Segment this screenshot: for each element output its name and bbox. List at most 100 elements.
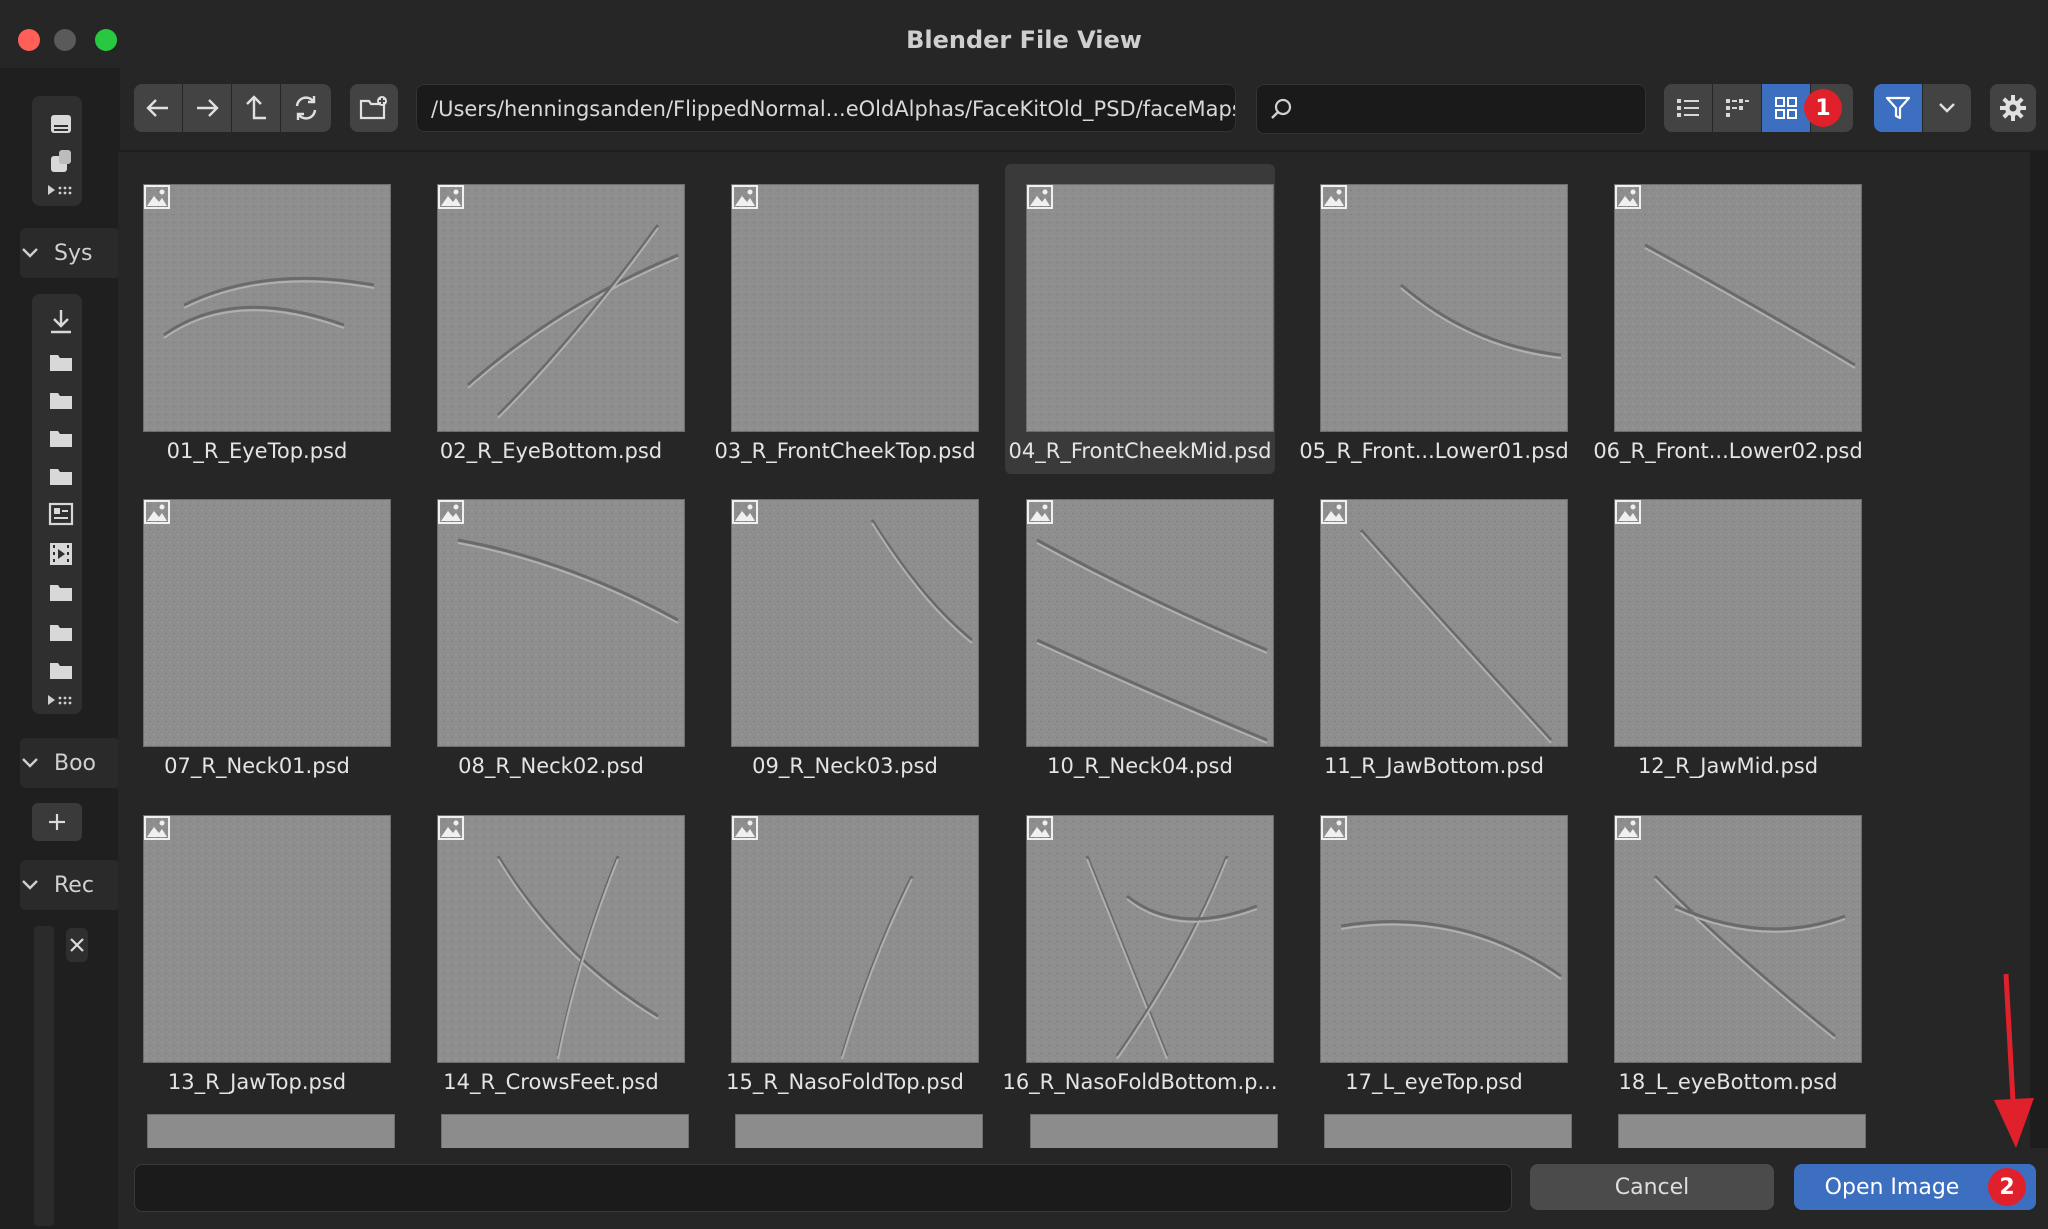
display-vertical-list-button[interactable] xyxy=(1664,84,1712,132)
file-tile-partial[interactable] xyxy=(735,1114,983,1148)
file-tile[interactable]: 13_R_JawTop.psd xyxy=(122,795,392,1105)
search-field[interactable] xyxy=(1256,84,1646,134)
sidebar-section-system[interactable]: Sys xyxy=(20,233,120,273)
image-file-icon xyxy=(1027,500,1053,524)
folder-icon[interactable] xyxy=(46,386,76,414)
sidebar-section-label: Rec xyxy=(54,872,94,898)
cancel-button[interactable]: Cancel xyxy=(1530,1164,1774,1210)
image-file-icon xyxy=(144,500,170,524)
file-thumbnail xyxy=(437,499,685,747)
add-bookmark-button[interactable] xyxy=(32,803,82,841)
search-icon xyxy=(1271,98,1292,119)
file-tile-partial[interactable] xyxy=(441,1114,689,1148)
expand-list-icon[interactable] xyxy=(46,690,76,710)
file-name: 12_R_JawMid.psd xyxy=(1637,754,1819,778)
image-file-icon xyxy=(438,185,464,209)
file-tile[interactable]: 05_R_Front...Lower01.psd xyxy=(1299,164,1569,474)
chevron-down-icon xyxy=(20,241,42,266)
file-thumbnail xyxy=(143,184,391,432)
image-folder-icon[interactable] xyxy=(46,500,76,528)
file-tile-partial[interactable] xyxy=(1030,1114,1278,1148)
image-file-icon xyxy=(1615,816,1641,840)
file-tile[interactable]: 06_R_Front...Lower02.psd xyxy=(1593,164,1863,474)
image-file-icon xyxy=(438,500,464,524)
image-file-icon xyxy=(1615,500,1641,524)
movie-folder-icon[interactable] xyxy=(46,540,76,568)
file-thumbnail xyxy=(1320,499,1568,747)
annotation-badge-2: 2 xyxy=(1988,1168,2026,1206)
image-file-icon xyxy=(1615,185,1641,209)
file-tile[interactable]: 02_R_EyeBottom.psd xyxy=(416,164,686,474)
file-thumbnail xyxy=(143,815,391,1063)
forward-button[interactable] xyxy=(183,84,231,132)
image-file-icon xyxy=(144,816,170,840)
folder-icon[interactable] xyxy=(46,618,76,646)
download-folder-icon[interactable] xyxy=(46,308,76,336)
image-file-icon xyxy=(144,185,170,209)
plus-icon xyxy=(49,814,65,830)
file-tile[interactable]: 07_R_Neck01.psd xyxy=(122,479,392,789)
chevron-down-icon xyxy=(20,873,42,898)
file-tile-partial[interactable] xyxy=(147,1114,395,1148)
file-thumbnail xyxy=(143,499,391,747)
file-tile-partial[interactable] xyxy=(1324,1114,1572,1148)
file-name: 18_L_eyeBottom.psd xyxy=(1618,1070,1838,1094)
file-name: 04_R_FrontCheekMid.psd xyxy=(1008,439,1272,463)
sidebar-section-recent[interactable]: Rec xyxy=(20,865,120,905)
recent-list[interactable] xyxy=(34,926,54,1226)
file-tile[interactable]: 04_R_FrontCheekMid.psd xyxy=(1005,164,1275,474)
arrow-right-icon xyxy=(197,99,219,117)
image-file-icon xyxy=(1321,816,1347,840)
file-tile[interactable]: 11_R_JawBottom.psd xyxy=(1299,479,1569,789)
file-tile[interactable]: 17_L_eyeTop.psd xyxy=(1299,795,1569,1105)
new-folder-button[interactable] xyxy=(350,84,398,132)
vertical-list-icon xyxy=(1677,99,1699,117)
file-tile[interactable]: 16_R_NasoFoldBottom.p... xyxy=(1002,795,1278,1105)
file-tile-partial[interactable] xyxy=(1618,1114,1866,1148)
display-thumbnails-button[interactable] xyxy=(1762,84,1810,132)
file-name: 05_R_Front...Lower01.psd xyxy=(1299,439,1569,463)
filter-options-dropdown[interactable] xyxy=(1923,84,1971,132)
file-tile[interactable]: 10_R_Neck04.psd xyxy=(1005,479,1275,789)
file-name: 02_R_EyeBottom.psd xyxy=(439,439,663,463)
file-name: 15_R_NasoFoldTop.psd xyxy=(726,1070,964,1094)
gear-icon xyxy=(2000,95,2026,121)
settings-button[interactable] xyxy=(1990,84,2036,132)
file-tile[interactable]: 12_R_JawMid.psd xyxy=(1593,479,1863,789)
file-name: 07_R_Neck01.psd xyxy=(164,754,350,778)
filename-input[interactable] xyxy=(134,1164,1512,1212)
sidebar-section-bookmarks[interactable]: Boo xyxy=(20,743,120,783)
directory-path-field[interactable]: /Users/henningsanden/FlippedNormal...eOl… xyxy=(416,84,1236,132)
folder-icon[interactable] xyxy=(46,656,76,684)
file-tile[interactable]: 03_R_FrontCheekTop.psd xyxy=(710,164,980,474)
file-name: 06_R_Front...Lower02.psd xyxy=(1593,439,1863,463)
drive-icon[interactable] xyxy=(46,110,76,138)
arrow-up-icon xyxy=(246,95,266,120)
refresh-button[interactable] xyxy=(281,84,331,132)
image-file-icon xyxy=(1027,185,1053,209)
folder-icon[interactable] xyxy=(46,462,76,490)
external-drive-icon[interactable] xyxy=(46,148,76,176)
file-tile[interactable]: 09_R_Neck03.psd xyxy=(710,479,980,789)
file-thumbnail-grid[interactable]: 01_R_EyeTop.psd 02_R_EyeBottom.psd 03_R_Fr… xyxy=(118,152,2030,1148)
display-horizontal-list-button[interactable] xyxy=(1713,84,1761,132)
folder-icon[interactable] xyxy=(46,348,76,376)
image-file-icon xyxy=(732,816,758,840)
file-tile[interactable]: 18_L_eyeBottom.psd xyxy=(1593,795,1863,1105)
back-button[interactable] xyxy=(134,84,182,132)
parent-directory-button[interactable] xyxy=(232,84,280,132)
file-thumbnail xyxy=(1614,815,1862,1063)
expand-list-icon[interactable] xyxy=(46,180,76,200)
folder-icon[interactable] xyxy=(46,424,76,452)
folder-icon[interactable] xyxy=(46,578,76,606)
file-tile[interactable]: 15_R_NasoFoldTop.psd xyxy=(710,795,980,1105)
clear-recent-button[interactable] xyxy=(66,928,88,962)
file-thumbnail xyxy=(437,184,685,432)
annotation-arrow-2 xyxy=(1994,973,2034,1148)
file-tile[interactable]: 14_R_CrowsFeet.psd xyxy=(416,795,686,1105)
file-thumbnail xyxy=(731,815,979,1063)
file-tile[interactable]: 01_R_EyeTop.psd xyxy=(122,164,392,474)
file-tile[interactable]: 08_R_Neck02.psd xyxy=(416,479,686,789)
file-thumbnail xyxy=(1026,184,1274,432)
filter-toggle-button[interactable] xyxy=(1874,84,1922,132)
